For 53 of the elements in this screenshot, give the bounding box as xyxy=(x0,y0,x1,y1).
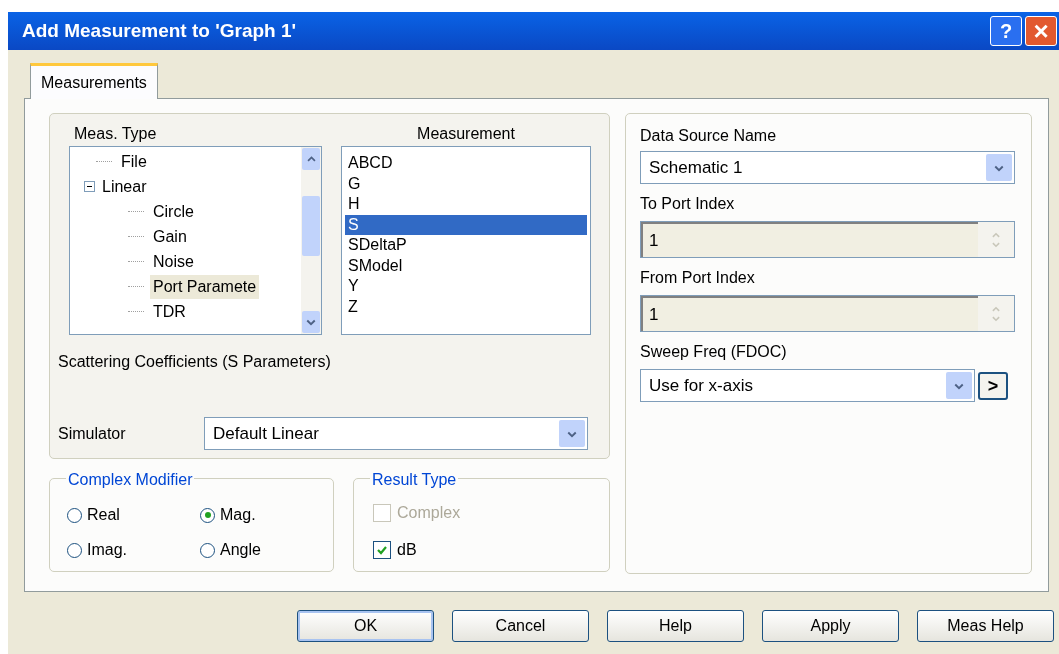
data-source-dropdown[interactable]: Schematic 1 xyxy=(640,151,1015,184)
checkbox-label: dB xyxy=(397,540,417,560)
scrollbar[interactable] xyxy=(301,147,321,334)
radio-button[interactable] xyxy=(67,542,82,558)
list-item[interactable]: SModel xyxy=(345,255,587,276)
radio-label: Imag. xyxy=(87,540,127,560)
next-button[interactable]: > xyxy=(978,371,1008,400)
list-item[interactable]: SDeltaP xyxy=(345,235,587,256)
radio-label: Real xyxy=(87,505,120,525)
list-item[interactable]: Z xyxy=(345,296,587,317)
radio-label: Angle xyxy=(220,540,261,560)
help-button[interactable]: ? xyxy=(990,16,1022,46)
tree-item[interactable]: Linear xyxy=(99,174,150,199)
simulator-dropdown[interactable]: Default Linear xyxy=(204,417,588,450)
list-item[interactable]: Y xyxy=(345,276,587,297)
checkbox[interactable] xyxy=(373,541,391,559)
list-item[interactable]: ABCD xyxy=(345,153,587,174)
field-label: Data Source Name xyxy=(640,126,778,146)
field-label: Sweep Freq (FDOC) xyxy=(640,342,788,362)
scroll-thumb[interactable] xyxy=(302,195,320,256)
dialog-button[interactable]: Cancel xyxy=(452,610,589,642)
list-item[interactable]: H xyxy=(345,194,587,215)
description-text: Scattering Coefficients (S Parameters) xyxy=(58,352,332,372)
list-item[interactable]: G xyxy=(345,173,587,194)
dialog-button[interactable]: Help xyxy=(607,610,744,642)
meas-type-label: Meas. Type xyxy=(73,124,158,144)
tree-item[interactable]: Noise xyxy=(150,249,197,274)
checkbox-label: Complex xyxy=(397,503,461,523)
radio-button[interactable] xyxy=(67,507,82,523)
dialog-button[interactable]: OK xyxy=(297,610,434,642)
measurement-label: Measurement xyxy=(416,124,516,144)
radio-label: Mag. xyxy=(220,505,256,525)
checkmark-icon xyxy=(376,544,388,556)
collapse-icon[interactable] xyxy=(84,181,95,192)
sweep-dropdown[interactable]: Use for x-axis xyxy=(640,369,975,402)
list-item[interactable]: S xyxy=(345,214,587,235)
field-label: To Port Index xyxy=(640,194,736,214)
tree-item[interactable]: TDR xyxy=(150,299,189,324)
tree-item[interactable]: File xyxy=(118,149,150,174)
field-label: From Port Index xyxy=(640,268,756,288)
window-title: Add Measurement to 'Graph 1' xyxy=(22,18,298,43)
dialog-button[interactable]: Meas Help xyxy=(917,610,1054,642)
tree-item[interactable]: Gain xyxy=(150,224,190,249)
scroll-up-icon[interactable] xyxy=(302,148,320,170)
radio-button[interactable] xyxy=(200,542,215,558)
tree-item[interactable]: Circle xyxy=(150,199,197,224)
tab[interactable]: Measurements xyxy=(30,63,158,99)
simulator-label: Simulator xyxy=(58,423,127,444)
radio-button[interactable] xyxy=(200,507,215,523)
dialog-button[interactable]: Apply xyxy=(762,610,899,642)
tree-item[interactable]: Port Paramete xyxy=(150,274,260,299)
close-button[interactable]: × xyxy=(1025,16,1057,46)
scroll-down-icon[interactable] xyxy=(302,311,320,333)
